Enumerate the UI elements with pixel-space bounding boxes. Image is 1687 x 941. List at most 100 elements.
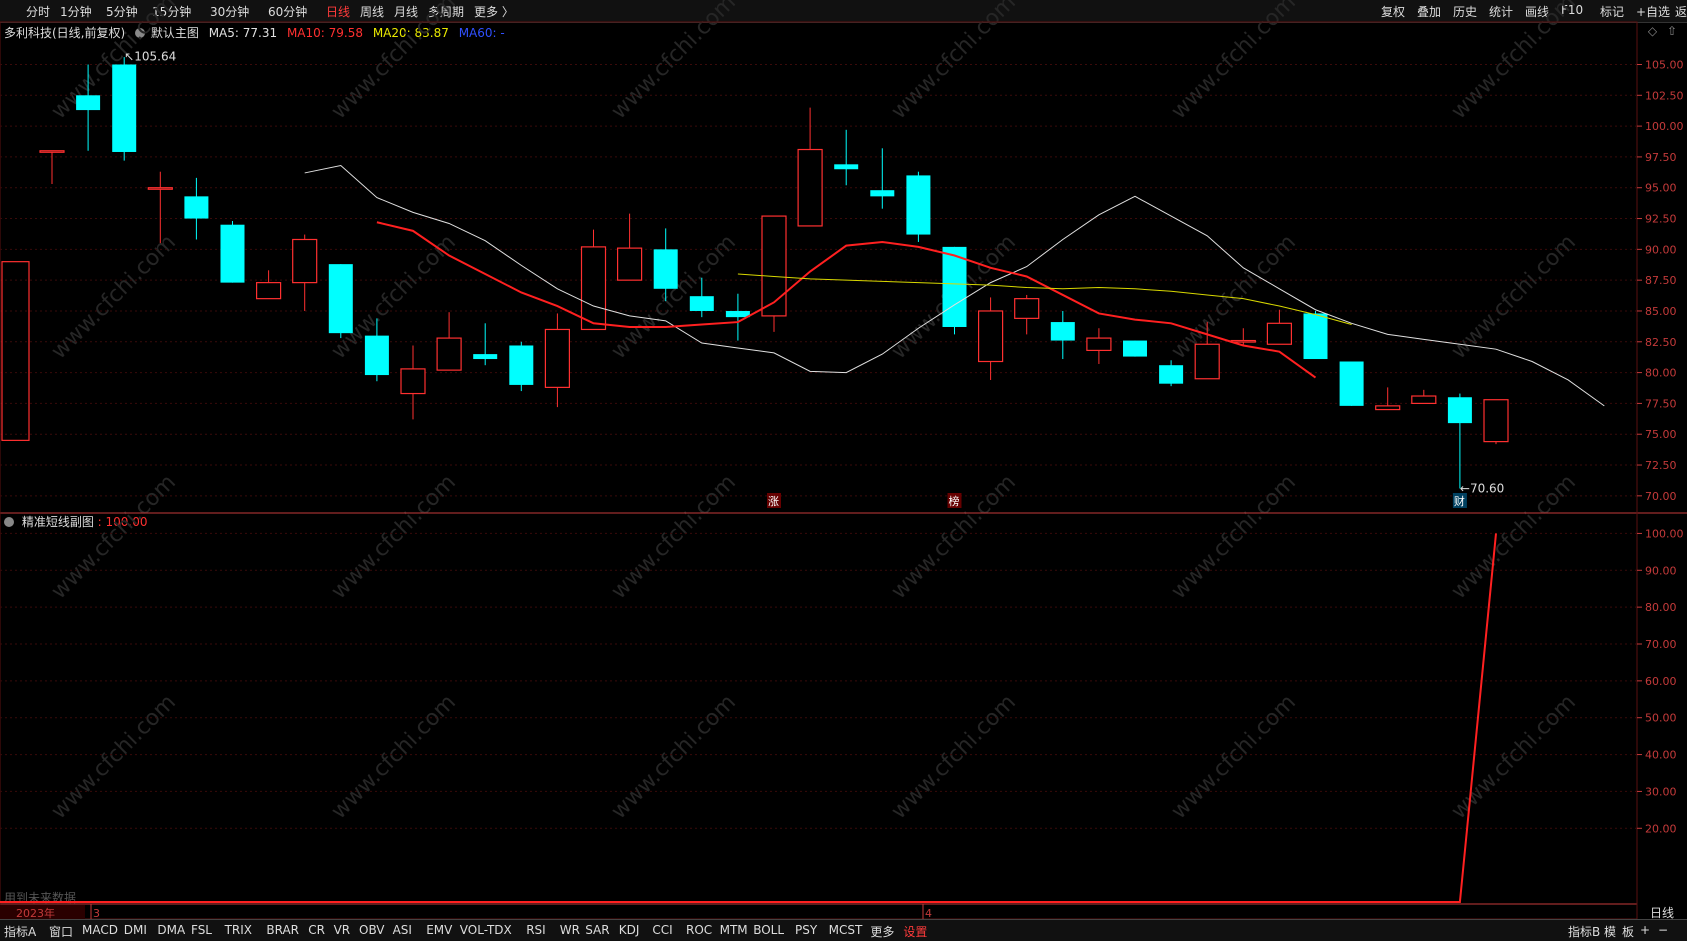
sub-tick-label-6: 40.00 [1645, 749, 1677, 762]
sub-tick-label-2: 80.00 [1645, 601, 1677, 614]
candle-body-10 [400, 368, 426, 395]
indicator-tab-8[interactable]: CR [308, 923, 325, 937]
candle-body-22 [834, 164, 859, 170]
candle-body-34 [1266, 322, 1293, 345]
candle-body-6 [256, 282, 282, 300]
watermark-3: www.cfchi.com [887, 0, 1021, 124]
candle-body-12 [473, 354, 498, 360]
candle-body-28 [1050, 322, 1075, 341]
indicator-tab-0[interactable]: 指标A [4, 923, 36, 940]
high-price-label: ↖105.64 [124, 50, 176, 64]
indicator-tab-7[interactable]: BRAR [266, 923, 299, 937]
watermark-22: www.cfchi.com [1167, 690, 1301, 824]
kline-chart[interactable]: www.cfchi.com www.cfchi.com www.cfchi.com w… [0, 0, 1687, 940]
indicator-tab-13[interactable]: VOL-TDX [460, 923, 512, 937]
indicator-tab-9[interactable]: VR [334, 923, 351, 937]
indicator-tab-23[interactable]: MCST [829, 923, 863, 937]
candle-body-26 [977, 310, 1004, 363]
main-tick-label-13: 72.50 [1645, 459, 1677, 472]
candle-body-16 [616, 247, 643, 281]
candle-body-33 [1230, 339, 1256, 343]
indicator-tab-20[interactable]: MTM [720, 923, 748, 937]
watermark-16: www.cfchi.com [1167, 470, 1301, 604]
indicator-tab-24[interactable]: 更多 [870, 923, 894, 940]
candle-body-36 [1339, 361, 1364, 406]
indicator-right-1[interactable]: 模 [1604, 923, 1616, 940]
indicator-tab-19[interactable]: ROC [686, 923, 712, 937]
indicator-tab-11[interactable]: ASI [393, 923, 412, 937]
candle-body-20 [761, 215, 787, 317]
sub-tick-label-5: 50.00 [1645, 712, 1677, 725]
main-tick-label-7: 87.50 [1645, 274, 1677, 287]
indicator-tab-22[interactable]: PSY [795, 923, 817, 937]
sub-tick-label-4: 60.00 [1645, 675, 1677, 688]
main-tick-label-3: 97.50 [1645, 151, 1677, 164]
indicator-tab-14[interactable]: RSI [526, 923, 546, 937]
candle-body-17 [653, 249, 678, 289]
marker-bang: 榜 [949, 494, 960, 508]
indicator-right-3[interactable]: + [1640, 923, 1650, 937]
indicator-right-4[interactable]: − [1658, 923, 1668, 937]
indicator-tab-15[interactable]: WR [560, 923, 580, 937]
indicator-tab-12[interactable]: EMV [426, 923, 452, 937]
watermark-13: www.cfchi.com [327, 470, 461, 604]
main-tick-label-4: 95.00 [1645, 182, 1677, 195]
indicator-tab-5[interactable]: FSL [191, 923, 212, 937]
indicator-tab-6[interactable]: TRIX [225, 923, 252, 937]
candle-body-35 [1303, 313, 1328, 360]
main-tick-label-1: 102.50 [1645, 89, 1684, 102]
sub-tick-label-0: 100.00 [1645, 527, 1684, 540]
sub-tick-label-1: 90.00 [1645, 564, 1677, 577]
candle-body-5 [220, 224, 245, 283]
candle-body-32 [1194, 343, 1220, 380]
main-tick-label-5: 92.50 [1645, 213, 1677, 226]
candle-body-11 [436, 337, 462, 371]
candle-body-27 [1014, 298, 1040, 319]
candle-body-9 [364, 335, 389, 376]
candle-body-30 [1123, 340, 1147, 357]
indicator-tab-1[interactable]: 窗口 [49, 923, 73, 940]
candle-body-14 [544, 328, 571, 388]
main-tick-label-14: 70.00 [1645, 490, 1677, 503]
watermark-1: www.cfchi.com [327, 0, 461, 124]
indicator-tab-21[interactable]: BOLL [753, 923, 784, 937]
marker-cai: 财 [1454, 494, 1465, 508]
indicator-tab-25[interactable]: 设置 [903, 923, 927, 940]
date-year-label: 2023年 [16, 906, 55, 920]
main-tick-label-8: 85.00 [1645, 305, 1677, 318]
sub-tick-label-7: 30.00 [1645, 785, 1677, 798]
watermark-20: www.cfchi.com [607, 690, 741, 824]
candle-body-31 [1159, 365, 1184, 384]
indicator-tab-17[interactable]: KDJ [619, 923, 640, 937]
main-tick-label-11: 77.50 [1645, 397, 1677, 410]
candle-body-18 [689, 296, 714, 311]
main-tick-label-12: 75.00 [1645, 428, 1677, 441]
main-tick-label-6: 90.00 [1645, 243, 1677, 256]
candle-body-38 [1411, 395, 1437, 405]
indicator-right-2[interactable]: 板 [1622, 923, 1634, 940]
candle-body-13 [509, 345, 534, 385]
marker-zhang: 涨 [768, 495, 779, 508]
candle-body-0 [39, 150, 65, 153]
indicator-tab-10[interactable]: OBV [359, 923, 385, 937]
watermark-4: www.cfchi.com [1167, 0, 1301, 124]
candle-body-23 [870, 190, 895, 197]
sub-tick-label-3: 70.00 [1645, 638, 1677, 651]
candle-body-29 [1086, 337, 1112, 352]
indicator-tab-2[interactable]: MACD [82, 923, 118, 937]
main-tick-label-2: 100.00 [1645, 120, 1684, 133]
candle-body-3 [147, 187, 173, 190]
indicator-right-0[interactable]: 指标B [1568, 923, 1600, 940]
indicator-tab-16[interactable]: SAR [585, 923, 609, 937]
indicator-tab-3[interactable]: DMI [124, 923, 147, 937]
indicator-tab-4[interactable]: DMA [157, 923, 185, 937]
candle-body-4 [184, 196, 209, 219]
main-tick-label-0: 105.00 [1645, 58, 1684, 71]
main-tick-label-9: 82.50 [1645, 336, 1677, 349]
watermark-23: www.cfchi.com [1447, 690, 1581, 824]
watermark-19: www.cfchi.com [327, 690, 461, 824]
watermark-18: www.cfchi.com [47, 690, 181, 824]
indicator-tab-18[interactable]: CCI [652, 923, 672, 937]
watermark-11: www.cfchi.com [1447, 230, 1581, 364]
candle-body-19 [725, 310, 750, 318]
